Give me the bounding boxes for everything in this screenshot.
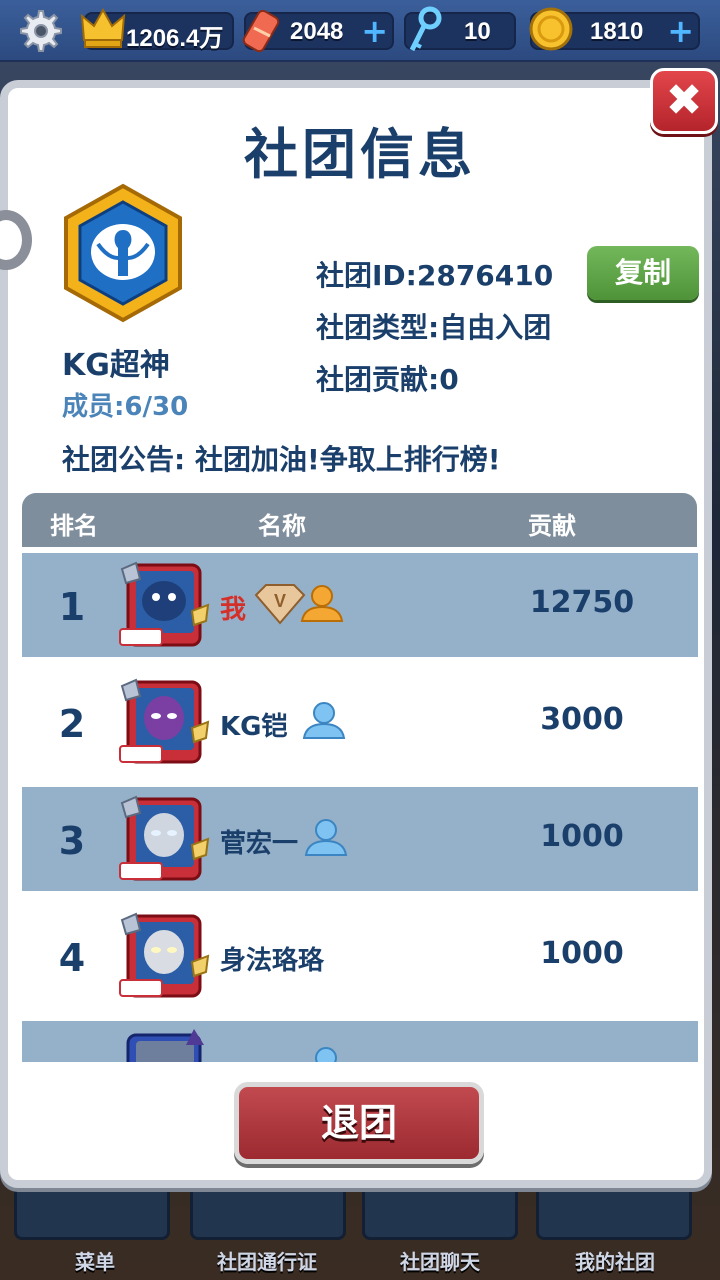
nav-menu-label: 菜单 [75, 1250, 115, 1274]
hero-avatar-icon [119, 678, 210, 764]
coin-icon [529, 7, 573, 51]
member-person-icon [315, 1047, 337, 1062]
member-table-header: 排名 名称 贡献 [22, 493, 697, 547]
hero-avatar-icon [119, 795, 210, 881]
add-ticket-icon[interactable]: + [361, 14, 388, 48]
member-name: 身法珞珞 [220, 946, 325, 976]
member-list[interactable]: 1 我 V 12750 2 KG铠 3000 3 菅宏一 1000 4 身法珞珞… [22, 553, 698, 1062]
resource-bar: 1206.4万 2048 + 10 1810 + [0, 0, 720, 62]
member-row[interactable] [22, 1021, 698, 1062]
header-name: 名称 [258, 512, 306, 540]
crown-icon [80, 7, 126, 48]
ticket-resource: 2048 + [242, 9, 394, 53]
member-row[interactable]: 3 菅宏一 1000 [22, 787, 698, 891]
member-contribution: 1000 [540, 819, 624, 854]
nav-myclub-label: 我的社团 [575, 1250, 655, 1274]
club-id: 社团ID:2876410 [316, 259, 554, 292]
bottom-nav: 菜单 社团通行证 社团聊天 我的社团 [0, 1180, 720, 1280]
member-person-icon [304, 819, 348, 856]
member-name: 我 [220, 595, 247, 625]
dialog-title: 社团信息 [244, 123, 476, 186]
coin-value: 1810 [590, 18, 644, 45]
member-contribution: 12750 [529, 585, 635, 620]
member-contribution: 3000 [540, 702, 624, 737]
member-name: KG铠 [220, 712, 288, 742]
member-row[interactable]: 2 KG铠 3000 [22, 670, 698, 774]
coin-resource: 1810 + [529, 7, 700, 51]
key-icon [409, 6, 442, 52]
settings-gear-icon[interactable] [14, 6, 64, 56]
leader-person-icon [300, 585, 344, 622]
hero-avatar-icon [119, 561, 210, 647]
crown-value: 1206.4万 [126, 25, 224, 52]
quit-club-label: 退团 [320, 1101, 397, 1145]
nav-myclub-tile[interactable] [536, 1180, 692, 1240]
svg-text:V: V [274, 591, 286, 611]
club-notice: 社团公告: 社团加油!争取上排行榜! [62, 443, 501, 476]
ticket-icon [242, 9, 280, 53]
nav-menu-tile[interactable] [14, 1180, 170, 1240]
club-type: 社团类型:自由入团 [316, 311, 552, 344]
diamond-v-badge-icon: V [254, 584, 306, 625]
member-rank: 2 [58, 702, 86, 746]
member-rank: 4 [58, 936, 86, 980]
member-name: 菅宏一 [220, 829, 299, 859]
nav-chat-tile[interactable] [362, 1180, 518, 1240]
hero-avatar-icon [119, 912, 210, 998]
header-contribution: 贡献 [528, 512, 576, 540]
key-value: 10 [464, 18, 491, 45]
club-contribution: 社团贡献:0 [316, 363, 459, 396]
member-rank: 3 [58, 819, 86, 863]
nav-chat-label: 社团聊天 [400, 1250, 480, 1274]
member-contribution: 1000 [540, 936, 624, 971]
member-row[interactable]: 1 我 V 12750 [22, 553, 698, 657]
copy-button[interactable]: 复制 [587, 246, 699, 300]
nav-pass-tile[interactable] [190, 1180, 346, 1240]
quit-club-button[interactable]: 退团 [234, 1082, 484, 1164]
key-resource: 10 [404, 6, 516, 52]
club-name: KG超神 [62, 348, 170, 383]
hero-avatar-icon [126, 1029, 204, 1062]
add-coin-icon[interactable]: + [667, 14, 694, 48]
member-person-icon [302, 702, 346, 739]
club-members: 成员:6/30 [62, 392, 189, 422]
crown-resource: 1206.4万 [80, 7, 234, 52]
club-emblem-icon [64, 183, 182, 323]
nav-pass-label: 社团通行证 [217, 1250, 317, 1274]
header-rank: 排名 [50, 512, 98, 540]
member-row[interactable]: 4 身法珞珞 1000 [22, 904, 698, 1008]
ticket-value: 2048 [290, 18, 344, 45]
member-rank: 1 [58, 585, 86, 629]
